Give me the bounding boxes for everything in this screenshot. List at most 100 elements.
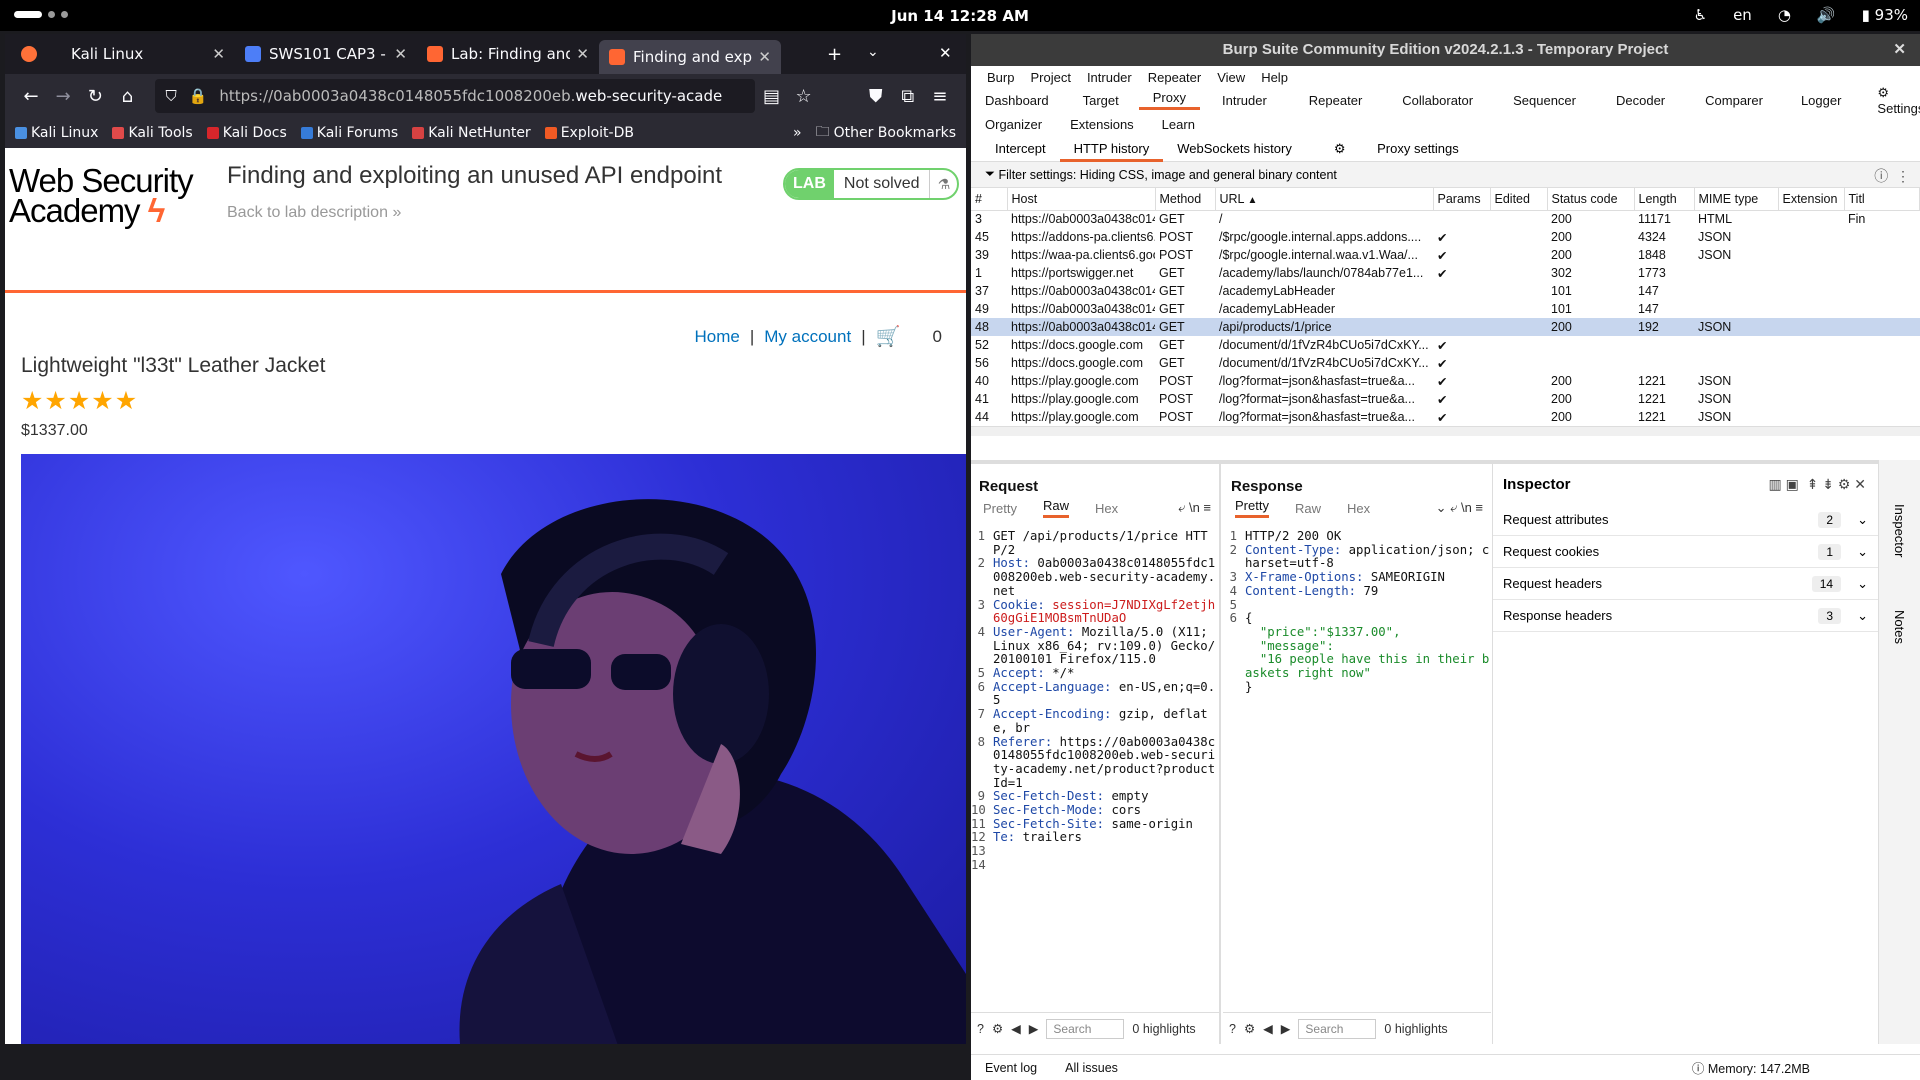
keyboard-layout[interactable]: en [1733, 6, 1752, 24]
column-header[interactable]: Length [1634, 188, 1695, 211]
menu-view[interactable]: View [1209, 70, 1253, 85]
cart-icon[interactable]: 🛒 [876, 324, 901, 349]
battery-indicator[interactable]: ▮ 93% [1862, 6, 1908, 24]
column-header[interactable]: Titl [1844, 188, 1920, 211]
table-row[interactable]: 3 https://0ab0003a0438c014... GET / 200 11171… [971, 210, 1920, 228]
column-header[interactable]: Method [1155, 188, 1216, 211]
inspector-toolbar-icons[interactable]: ▥ ▣ ⇞ ⇟ ⚙ ✕ [1768, 476, 1866, 493]
home-icon[interactable]: ⌂ [111, 86, 143, 107]
help-icon[interactable]: ? [977, 1022, 984, 1036]
close-tab-icon[interactable]: ✕ [758, 48, 771, 66]
extensions-icon[interactable]: ⧉ [892, 86, 924, 107]
side-tab-inspector[interactable]: Inspector [1892, 504, 1907, 557]
tab-raw[interactable]: Raw [1042, 498, 1069, 518]
bookmark-item[interactable]: Kali Linux [15, 125, 98, 141]
all-issues-link[interactable]: All issues [1065, 1061, 1118, 1075]
reader-view-icon[interactable]: ▤ [755, 86, 787, 107]
subtab-intercept[interactable]: Intercept [981, 136, 1060, 162]
volume-icon[interactable]: 🔊 [1817, 6, 1836, 24]
subtab-websockets-history[interactable]: WebSockets history [1163, 136, 1306, 162]
home-link[interactable]: Home [694, 327, 739, 347]
table-row[interactable]: 52 https://docs.google.com GET/document/d/… [971, 336, 1920, 354]
tab-extensions[interactable]: Extensions [1056, 117, 1148, 132]
close-icon[interactable]: ✕ [1893, 34, 1906, 66]
menu-burp[interactable]: Burp [979, 70, 1022, 85]
browser-tab-active[interactable]: Finding and exploi ✕ [599, 40, 781, 74]
close-window-icon[interactable]: ✕ [939, 44, 952, 62]
tab-target[interactable]: Target [1063, 93, 1139, 108]
browser-tab[interactable]: SWS101 CAP3 - Go ✕ [235, 34, 417, 74]
column-header[interactable]: Host [1007, 188, 1156, 211]
help-icon[interactable]: ⓘ ⋮ [1874, 166, 1910, 186]
wrap-lines-icon[interactable]: ⤶ \n ≡ [1178, 500, 1211, 516]
gear-icon[interactable]: ⚙ [992, 1021, 1003, 1036]
column-header[interactable]: Status code [1547, 188, 1635, 211]
tab-comparer[interactable]: Comparer [1685, 93, 1783, 108]
inspector-section[interactable]: Request headers 14 ⌄ [1493, 568, 1878, 600]
side-tab-notes[interactable]: Notes [1892, 610, 1907, 644]
table-row[interactable]: 1 https://portswigger.net GET/academy/labs… [971, 264, 1920, 282]
subtab-http-history[interactable]: HTTP history [1059, 136, 1164, 162]
menu-repeater[interactable]: Repeater [1140, 70, 1209, 85]
browser-tab[interactable]: Kali Linux ✕ [53, 34, 235, 74]
table-row[interactable]: 41 https://play.google.com POST/log?format… [971, 390, 1920, 408]
list-all-tabs-icon[interactable]: ⌄ [867, 44, 879, 60]
prev-icon[interactable]: ◀ [1263, 1021, 1273, 1036]
forward-icon[interactable]: → [47, 86, 79, 107]
close-tab-icon[interactable]: ✕ [212, 45, 225, 63]
tab-intruder[interactable]: Intruder [1200, 93, 1289, 108]
inspector-section[interactable]: Request attributes 2 ⌄ [1493, 504, 1878, 536]
tracking-shield-icon[interactable]: ⛉ [165, 87, 176, 105]
browser-tab[interactable]: Lab: Finding and e ✕ [417, 34, 599, 74]
response-editor[interactable]: 1 HTTP/2 200 OK 2 Content-Type: application… [1223, 529, 1491, 694]
bookmark-item[interactable]: Exploit-DB [544, 125, 634, 141]
more-bookmarks-icon[interactable]: » [793, 125, 802, 141]
new-tab-icon[interactable]: + [827, 44, 842, 65]
tab-pretty[interactable]: Pretty [983, 501, 1017, 516]
filter-bar[interactable]: ⏷ Filter settings: Hiding CSS, image and… [971, 162, 1920, 188]
menu-intruder[interactable]: Intruder [1079, 70, 1140, 85]
my-account-link[interactable]: My account [764, 327, 851, 347]
tab-organizer[interactable]: Organizer [971, 117, 1056, 132]
column-header[interactable]: MIME type [1694, 188, 1779, 211]
lock-icon[interactable]: 🔒 [189, 87, 208, 105]
url-bar[interactable]: ⛉ 🔒 https://0ab0003a0438c0148055fdc10082… [155, 79, 756, 113]
bookmark-item[interactable]: Kali Tools [112, 125, 193, 141]
tab-repeater[interactable]: Repeater [1289, 93, 1382, 108]
subtab-proxy-settings[interactable]: ⚙ Proxy settings [1306, 136, 1487, 162]
table-row[interactable]: 45 https://addons-pa.clients6.g... POST /$r… [971, 228, 1920, 246]
table-row[interactable]: 49 https://0ab0003a0438c014... GET/academy… [971, 300, 1920, 318]
request-editor[interactable]: 1 GET /api/products/1/price HTTP/2 2 Host: … [971, 529, 1219, 873]
bookmark-item[interactable]: Kali Forums [300, 125, 398, 141]
menu-icon[interactable]: ≡ [924, 86, 956, 107]
tab-decoder[interactable]: Decoder [1596, 93, 1685, 108]
wrap-lines-icon[interactable]: ⌄ ⤶ \n ≡ [1436, 500, 1483, 516]
column-header[interactable]: Edited [1490, 188, 1548, 211]
tab-pretty[interactable]: Pretty [1235, 498, 1269, 518]
prev-icon[interactable]: ◀ [1011, 1021, 1021, 1036]
table-row[interactable]: 48 https://0ab0003a0438c014... GET/api/pro… [971, 318, 1920, 336]
event-log-link[interactable]: Event log [985, 1061, 1037, 1075]
close-tab-icon[interactable]: ✕ [576, 45, 589, 63]
help-icon[interactable]: ? [1229, 1022, 1236, 1036]
table-row[interactable]: 40 https://play.google.com POST/log?format… [971, 372, 1920, 390]
back-icon[interactable]: ← [15, 86, 47, 107]
table-row[interactable]: 56 https://docs.google.com GET/document/d/… [971, 354, 1920, 372]
inspector-section[interactable]: Response headers 3 ⌄ [1493, 600, 1878, 632]
accessibility-icon[interactable]: ♿ [1694, 6, 1707, 24]
back-to-lab-link[interactable]: Back to lab description » [227, 204, 401, 222]
table-row[interactable]: 39 https://waa-pa.clients6.goog... POST /$r… [971, 246, 1920, 264]
gear-icon[interactable]: ⚙ [1244, 1021, 1255, 1036]
table-row[interactable]: 44 https://play.google.com POST/log?format… [971, 408, 1920, 426]
tab-dashboard[interactable]: Dashboard [971, 93, 1063, 108]
menu-help[interactable]: Help [1253, 70, 1296, 85]
column-header[interactable]: # [971, 188, 1008, 211]
column-header[interactable]: URL ▲ [1215, 188, 1434, 211]
web-security-academy-logo[interactable]: Web Security Academy ϟ [9, 164, 194, 227]
column-header[interactable]: Extension [1778, 188, 1845, 211]
tab-hex[interactable]: Hex [1095, 501, 1118, 516]
column-header[interactable]: Params [1433, 188, 1491, 211]
inspector-section[interactable]: Request cookies 1 ⌄ [1493, 536, 1878, 568]
clock[interactable]: Jun 14 12:28 AM [0, 7, 1920, 25]
next-icon[interactable]: ▶ [1029, 1021, 1039, 1036]
